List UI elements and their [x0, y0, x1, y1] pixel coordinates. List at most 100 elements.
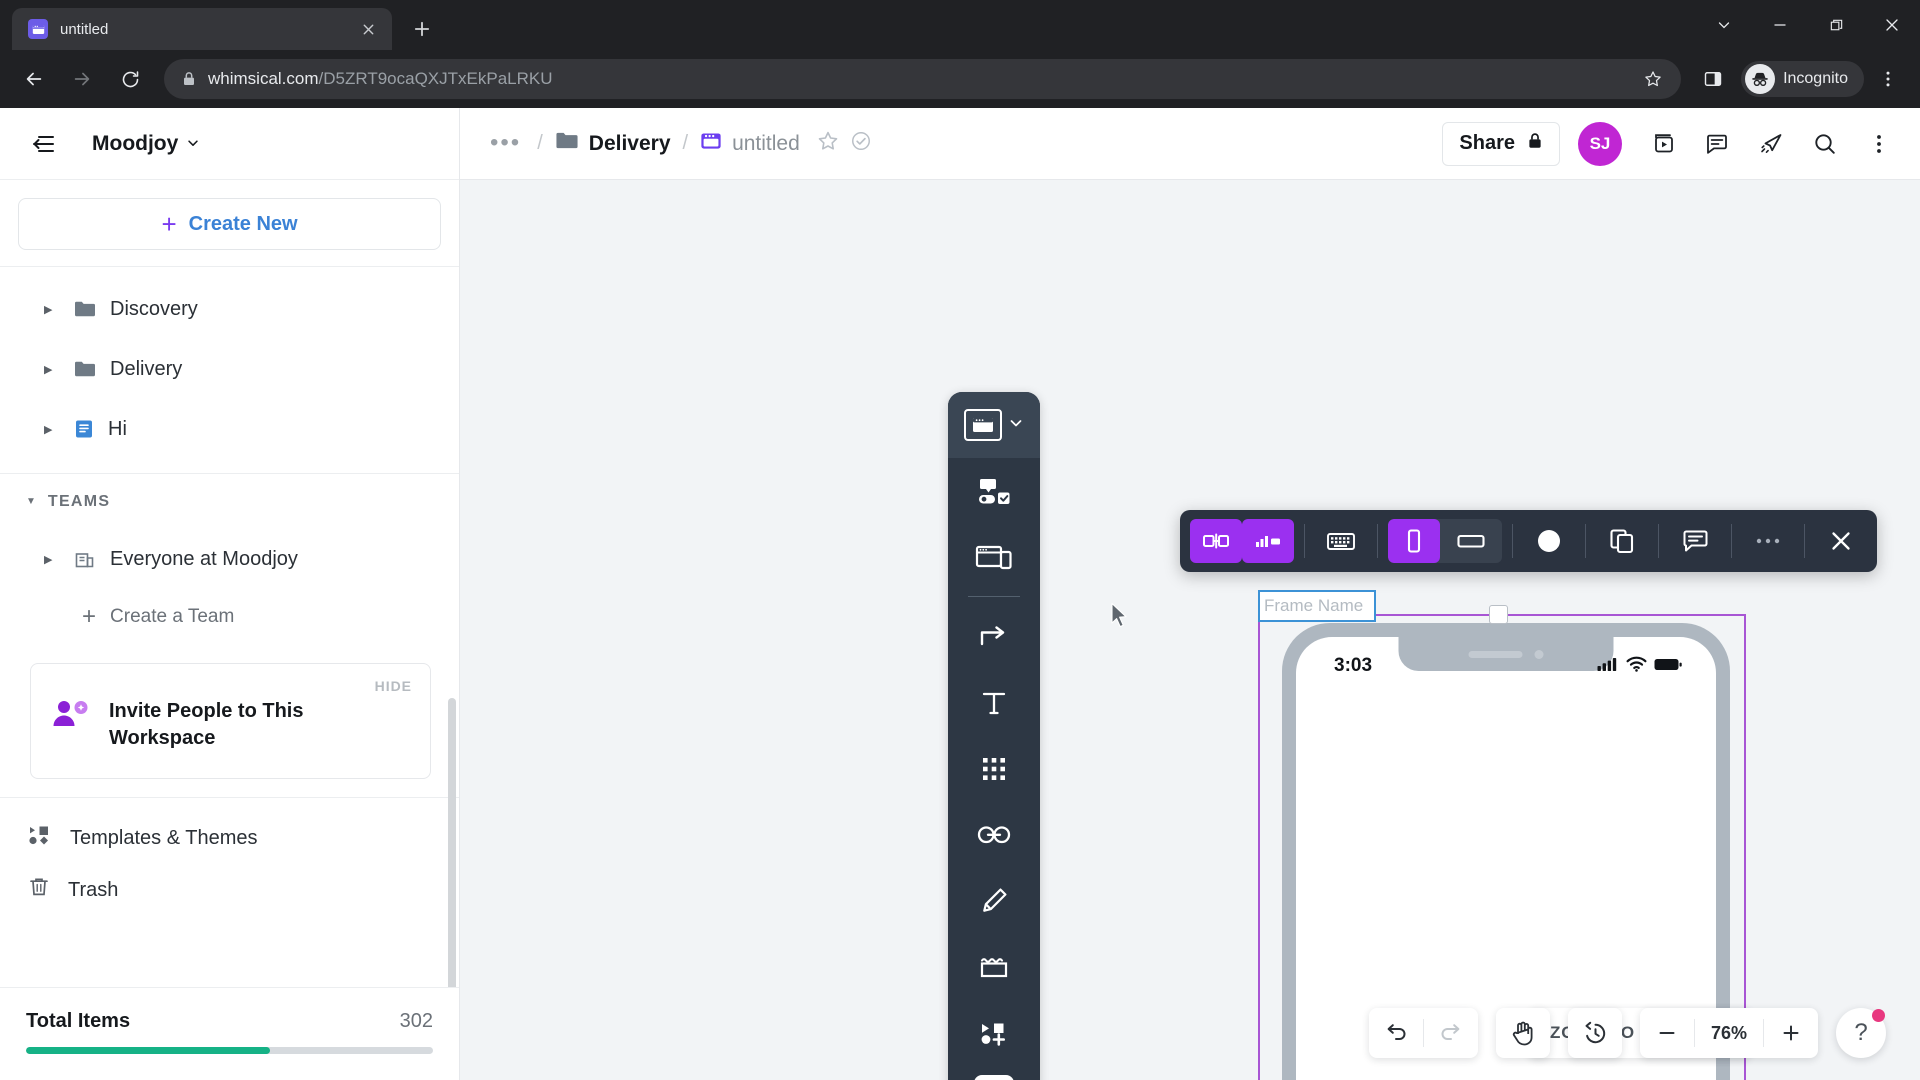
orientation-portrait-icon[interactable]	[1388, 519, 1440, 563]
teams-section-header[interactable]: ▼ TEAMS	[0, 473, 459, 529]
reload-icon[interactable]	[108, 57, 152, 101]
invite-card[interactable]: HIDE Invite People to This Workspace	[30, 663, 431, 779]
avatar[interactable]: SJ	[1578, 121, 1622, 166]
star-icon[interactable]	[1633, 59, 1673, 99]
frame-selector-button[interactable]	[948, 392, 1040, 458]
breadcrumb-doc[interactable]: untitled	[700, 130, 800, 158]
zoom-in-button[interactable]	[1764, 1008, 1818, 1058]
breadcrumb-folder[interactable]: Delivery	[555, 131, 671, 156]
browser-toolbar: whimsical.com/D5ZRT9ocaQXJTxEkPaLRKU Inc…	[0, 50, 1920, 108]
phone-notch	[1398, 637, 1614, 671]
redo-icon[interactable]	[1424, 1008, 1478, 1058]
collapse-sidebar-icon[interactable]	[18, 121, 64, 167]
send-icon[interactable]	[1744, 117, 1798, 171]
add-icon[interactable]	[974, 1075, 1014, 1080]
history-group	[1568, 1008, 1622, 1058]
close-icon[interactable]	[354, 15, 382, 43]
zoom-level-value[interactable]: 76%	[1695, 1023, 1763, 1044]
create-team-button[interactable]: + Create a Team	[0, 589, 459, 645]
sidebar-item-templates-themes[interactable]: Templates & Themes	[0, 812, 459, 864]
sidebar-footer: Total Items 302	[0, 987, 459, 1080]
breadcrumb-folder-label: Delivery	[588, 131, 671, 155]
sidebar-header: Moodjoy	[0, 108, 459, 180]
templates-icon	[28, 824, 52, 852]
chevron-right-icon[interactable]: ▶	[44, 303, 60, 316]
team-icon	[74, 549, 96, 569]
pencil-icon[interactable]	[960, 869, 1028, 933]
text-tool-icon[interactable]	[960, 671, 1028, 735]
workspace-selector[interactable]: Moodjoy	[82, 126, 210, 162]
comment-icon[interactable]	[1669, 519, 1721, 563]
device-frame-icon[interactable]	[1190, 519, 1242, 563]
frame-resize-handle[interactable]	[1489, 605, 1508, 624]
orientation-landscape-icon[interactable]	[1440, 519, 1502, 563]
link-icon[interactable]	[960, 803, 1028, 867]
new-tab-button[interactable]	[404, 11, 440, 47]
share-button[interactable]: Share	[1442, 121, 1560, 166]
chevron-right-icon[interactable]: ▶	[44, 363, 60, 376]
keyboard-icon[interactable]	[1315, 519, 1367, 563]
browser-tab[interactable]: untitled	[12, 8, 392, 50]
canvas[interactable]: 3:03 Frame Name TO 76% ?	[460, 180, 1920, 1080]
minimize-icon[interactable]	[1752, 3, 1808, 47]
cellular-bars-icon	[1597, 656, 1619, 677]
comment-icon[interactable]	[1690, 117, 1744, 171]
history-icon[interactable]	[1568, 1008, 1622, 1058]
undo-icon[interactable]	[1369, 1008, 1423, 1058]
more-icon[interactable]	[1742, 519, 1794, 563]
zoom-controls: 76%	[1640, 1008, 1818, 1058]
sidebar-item-trash[interactable]: Trash	[0, 864, 459, 916]
help-button[interactable]: ?	[1836, 1008, 1886, 1058]
back-arrow-icon[interactable]	[12, 57, 56, 101]
shapes-icon[interactable]	[960, 1001, 1028, 1065]
total-items-count: 302	[399, 1010, 433, 1032]
sidebar-item-delivery[interactable]: ▶ Delivery	[0, 339, 459, 399]
present-icon[interactable]	[1636, 117, 1690, 171]
app-header: ••• / Delivery / untitled Share SJ	[460, 108, 1920, 180]
sidebar-item-hi[interactable]: ▶ Hi	[0, 399, 459, 459]
restore-icon[interactable]	[1808, 3, 1864, 47]
close-icon[interactable]	[1864, 3, 1920, 47]
chevron-right-icon[interactable]: ▶	[44, 423, 60, 436]
create-team-label: Create a Team	[110, 606, 235, 627]
hide-button[interactable]: HIDE	[375, 678, 412, 694]
canvas-bottom-bar: 76% ?	[460, 1008, 1920, 1058]
close-icon[interactable]	[1815, 519, 1867, 563]
star-icon[interactable]	[816, 129, 840, 158]
grid-icon[interactable]	[960, 737, 1028, 801]
forward-arrow-icon[interactable]	[60, 57, 104, 101]
breadcrumb-overflow[interactable]: •••	[486, 130, 525, 155]
color-swatch-icon[interactable]	[1523, 519, 1575, 563]
chevron-right-icon[interactable]: ▶	[44, 553, 60, 566]
chevron-down-icon: ▼	[26, 496, 36, 507]
app-shell: Moodjoy + Create New ▶ Discovery ▶ Deliv…	[0, 108, 1920, 1080]
sidebar-item-label: Hi	[108, 417, 127, 440]
toolbar-divider	[1304, 524, 1305, 558]
wifi-icon	[1626, 656, 1647, 677]
breadcrumb: ••• / Delivery / untitled	[486, 129, 1442, 158]
duplicate-icon[interactable]	[1596, 519, 1648, 563]
wireframe-components-icon[interactable]	[960, 460, 1028, 524]
incognito-badge[interactable]: Incognito	[1741, 61, 1864, 97]
more-vertical-icon[interactable]	[1852, 117, 1906, 171]
hand-tool-icon[interactable]	[1496, 1008, 1550, 1058]
three-dot-menu-icon[interactable]	[1868, 59, 1908, 99]
chevron-down-icon[interactable]	[1008, 415, 1024, 436]
search-icon[interactable]	[1798, 117, 1852, 171]
toolbar-divider	[1804, 524, 1805, 558]
sidebar-item-everyone-at-moodjoy[interactable]: ▶ Everyone at Moodjoy	[0, 529, 459, 589]
create-new-button[interactable]: + Create New	[18, 198, 441, 250]
side-panel-icon[interactable]	[1693, 59, 1733, 99]
sidebar-item-discovery[interactable]: ▶ Discovery	[0, 279, 459, 339]
address-bar[interactable]: whimsical.com/D5ZRT9ocaQXJTxEkPaLRKU	[164, 59, 1682, 99]
zoom-out-button[interactable]	[1640, 1008, 1694, 1058]
toolbar-divider	[1731, 524, 1732, 558]
frame-name-input[interactable]: Frame Name	[1258, 590, 1376, 622]
toolbar-divider	[968, 596, 1020, 597]
chevron-down-icon[interactable]	[1696, 3, 1752, 47]
wireframe-screens-icon[interactable]	[960, 526, 1028, 590]
canvas-left-toolbar	[948, 392, 1040, 1080]
status-bar-icon[interactable]	[1242, 519, 1294, 563]
sticky-note-icon[interactable]	[960, 935, 1028, 999]
connector-arrow-icon[interactable]	[960, 605, 1028, 669]
